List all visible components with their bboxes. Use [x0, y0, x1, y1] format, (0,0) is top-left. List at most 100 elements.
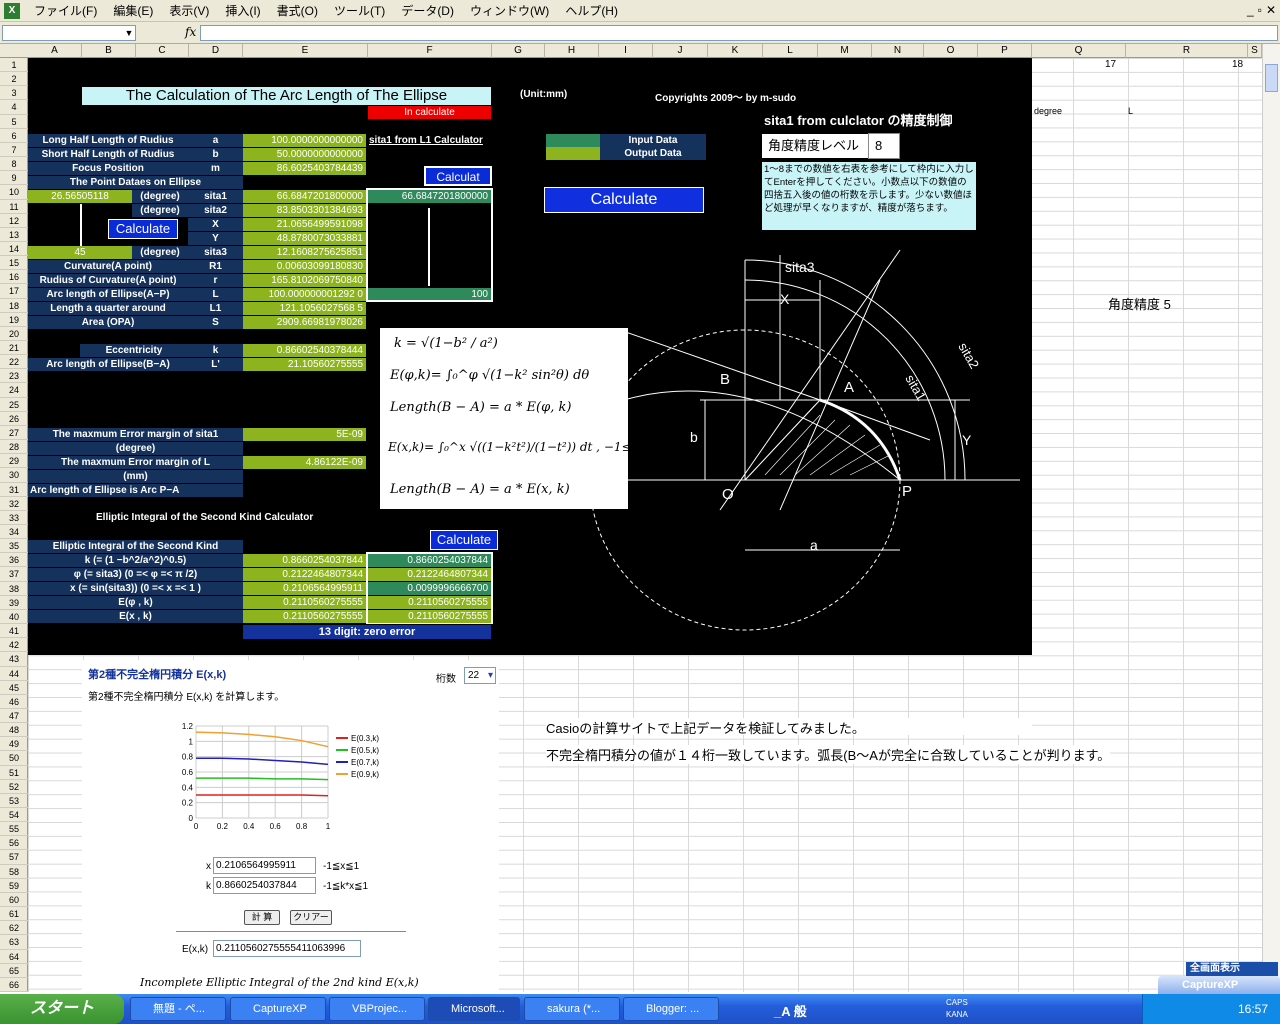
value-l1[interactable]: 121.1056027568 5: [243, 302, 366, 315]
taskbar-item-capturexp[interactable]: CaptureXP: [230, 997, 326, 1021]
row-header-49[interactable]: 49: [0, 737, 28, 752]
taskbar-item-sakura[interactable]: sakura (*...: [524, 997, 620, 1021]
row-header-31[interactable]: 31: [0, 483, 28, 497]
capturexp-popup[interactable]: CaptureXP: [1158, 976, 1280, 994]
row-header-34[interactable]: 34: [0, 525, 28, 540]
value-r[interactable]: 165.8102069750840: [243, 274, 366, 287]
input-a14[interactable]: 45: [28, 246, 132, 259]
calculate-button-1[interactable]: Calculate: [108, 219, 178, 239]
value-y[interactable]: 48.8780073033881: [243, 232, 366, 245]
cell-angle-precision[interactable]: 角度精度 5: [1108, 294, 1171, 313]
row-header-46[interactable]: 46: [0, 695, 28, 709]
value-sita1[interactable]: 66.6847201800000: [243, 190, 366, 203]
taskbar-item-blogger[interactable]: Blogger: ...: [623, 997, 719, 1021]
column-header-S[interactable]: S: [1248, 44, 1262, 58]
row-header-10[interactable]: 10: [0, 185, 28, 200]
value-err-sita1[interactable]: 5E-09: [243, 428, 366, 441]
row-header-58[interactable]: 58: [0, 865, 28, 879]
close-button[interactable]: ✕: [1266, 3, 1276, 17]
row-header-3[interactable]: 3: [0, 86, 28, 101]
row-header-63[interactable]: 63: [0, 935, 28, 950]
row-header-56[interactable]: 56: [0, 836, 28, 851]
row-header-38[interactable]: 38: [0, 582, 28, 596]
row-header-66[interactable]: 66: [0, 978, 28, 992]
column-header-E[interactable]: E: [243, 44, 368, 58]
row-header-15[interactable]: 15: [0, 256, 28, 271]
row-header-48[interactable]: 48: [0, 723, 28, 738]
value-m[interactable]: 86.6025403784439: [243, 162, 366, 175]
row-header-37[interactable]: 37: [0, 567, 28, 582]
row-header-50[interactable]: 50: [0, 751, 28, 766]
ei-value-ephi[interactable]: 0.2110560275555: [243, 596, 366, 609]
value-err-l[interactable]: 4.86122E-09: [243, 456, 366, 469]
value-x[interactable]: 21.0656499591098: [243, 218, 366, 231]
row-header-18[interactable]: 18: [0, 299, 28, 313]
taskbar-item-paint[interactable]: 無題 - ペ...: [130, 997, 226, 1021]
row-header-26[interactable]: 26: [0, 412, 28, 426]
menu-view[interactable]: 表示(V): [161, 0, 217, 22]
row-header-25[interactable]: 25: [0, 398, 28, 412]
row-header-5[interactable]: 5: [0, 115, 28, 129]
column-header-B[interactable]: B: [82, 44, 136, 58]
fx-icon[interactable]: fx: [185, 25, 196, 39]
row-header-27[interactable]: 27: [0, 426, 28, 441]
taskbar-item-vbproject[interactable]: VBProjec...: [329, 997, 425, 1021]
menu-edit[interactable]: 編集(E): [105, 0, 161, 22]
row-header-39[interactable]: 39: [0, 596, 28, 610]
fullscreen-label[interactable]: 全画面表示: [1186, 962, 1278, 976]
column-header-J[interactable]: J: [653, 44, 708, 58]
ei-value-k[interactable]: 0.8660254037844: [243, 554, 366, 567]
row-header-44[interactable]: 44: [0, 667, 28, 681]
column-header-P[interactable]: P: [978, 44, 1032, 58]
ime-indicator[interactable]: _A 般: [774, 1001, 807, 1020]
row-header-35[interactable]: 35: [0, 539, 28, 554]
row-header-62[interactable]: 62: [0, 921, 28, 936]
row-header-11[interactable]: 11: [0, 200, 28, 214]
column-header-L[interactable]: L: [763, 44, 818, 58]
row-header-61[interactable]: 61: [0, 907, 28, 922]
value-sita2[interactable]: 83.8503301384693: [243, 204, 366, 217]
row-header-21[interactable]: 21: [0, 341, 28, 356]
row-header-6[interactable]: 6: [0, 129, 28, 143]
row-header-33[interactable]: 33: [0, 511, 28, 525]
row-header-45[interactable]: 45: [0, 681, 28, 695]
value-r1[interactable]: 0.00603099180830: [243, 260, 366, 273]
k-input[interactable]: 0.8660254037844: [213, 877, 316, 894]
row-header-65[interactable]: 65: [0, 964, 28, 978]
vertical-scrollbar[interactable]: [1262, 44, 1280, 992]
column-header-K[interactable]: K: [708, 44, 763, 58]
column-header-G[interactable]: G: [492, 44, 545, 58]
excel-app-icon[interactable]: X: [4, 2, 20, 19]
start-button[interactable]: スタート: [0, 994, 124, 1024]
calculate-button-main[interactable]: Calculate: [544, 187, 704, 213]
value-area[interactable]: 2909.66981978026: [243, 316, 366, 329]
name-box[interactable]: [2, 25, 136, 41]
cell-r4[interactable]: L: [1128, 106, 1133, 116]
cell-q1[interactable]: 17: [1105, 59, 1116, 70]
row-header-28[interactable]: 28: [0, 440, 28, 455]
row-header-55[interactable]: 55: [0, 822, 28, 837]
row-header-17[interactable]: 17: [0, 284, 28, 299]
digits-select[interactable]: 22 ▾: [464, 667, 496, 684]
row-header-41[interactable]: 41: [0, 624, 28, 639]
column-header-F[interactable]: F: [368, 44, 492, 58]
row-header-20[interactable]: 20: [0, 327, 28, 342]
column-header-O[interactable]: O: [924, 44, 978, 58]
row-header-23[interactable]: 23: [0, 369, 28, 384]
casio-note-2[interactable]: 不完全楕円積分の値が１４桁一致しています。弧長(B～Aが完全に合致していることが…: [546, 745, 1111, 764]
value-a[interactable]: 100.0000000000000: [243, 134, 366, 147]
calculate-button-sita1[interactable]: Calculat: [424, 166, 492, 186]
precision-level-input[interactable]: 8: [868, 133, 900, 159]
row-header-30[interactable]: 30: [0, 468, 28, 483]
value-b[interactable]: 50.0000000000000: [243, 148, 366, 161]
row-header-29[interactable]: 29: [0, 454, 28, 469]
column-header-D[interactable]: D: [189, 44, 243, 58]
x-input[interactable]: 0.2106564995911: [213, 857, 316, 874]
input-a10[interactable]: 26.56505118: [28, 190, 132, 203]
calculate-button-ei[interactable]: Calculate: [430, 530, 498, 550]
row-header-54[interactable]: 54: [0, 808, 28, 823]
row-header-19[interactable]: 19: [0, 313, 28, 327]
menu-data[interactable]: データ(D): [393, 0, 462, 22]
menu-insert[interactable]: 挿入(I): [217, 0, 268, 22]
value-l-prime[interactable]: 21.10560275555: [243, 358, 366, 371]
